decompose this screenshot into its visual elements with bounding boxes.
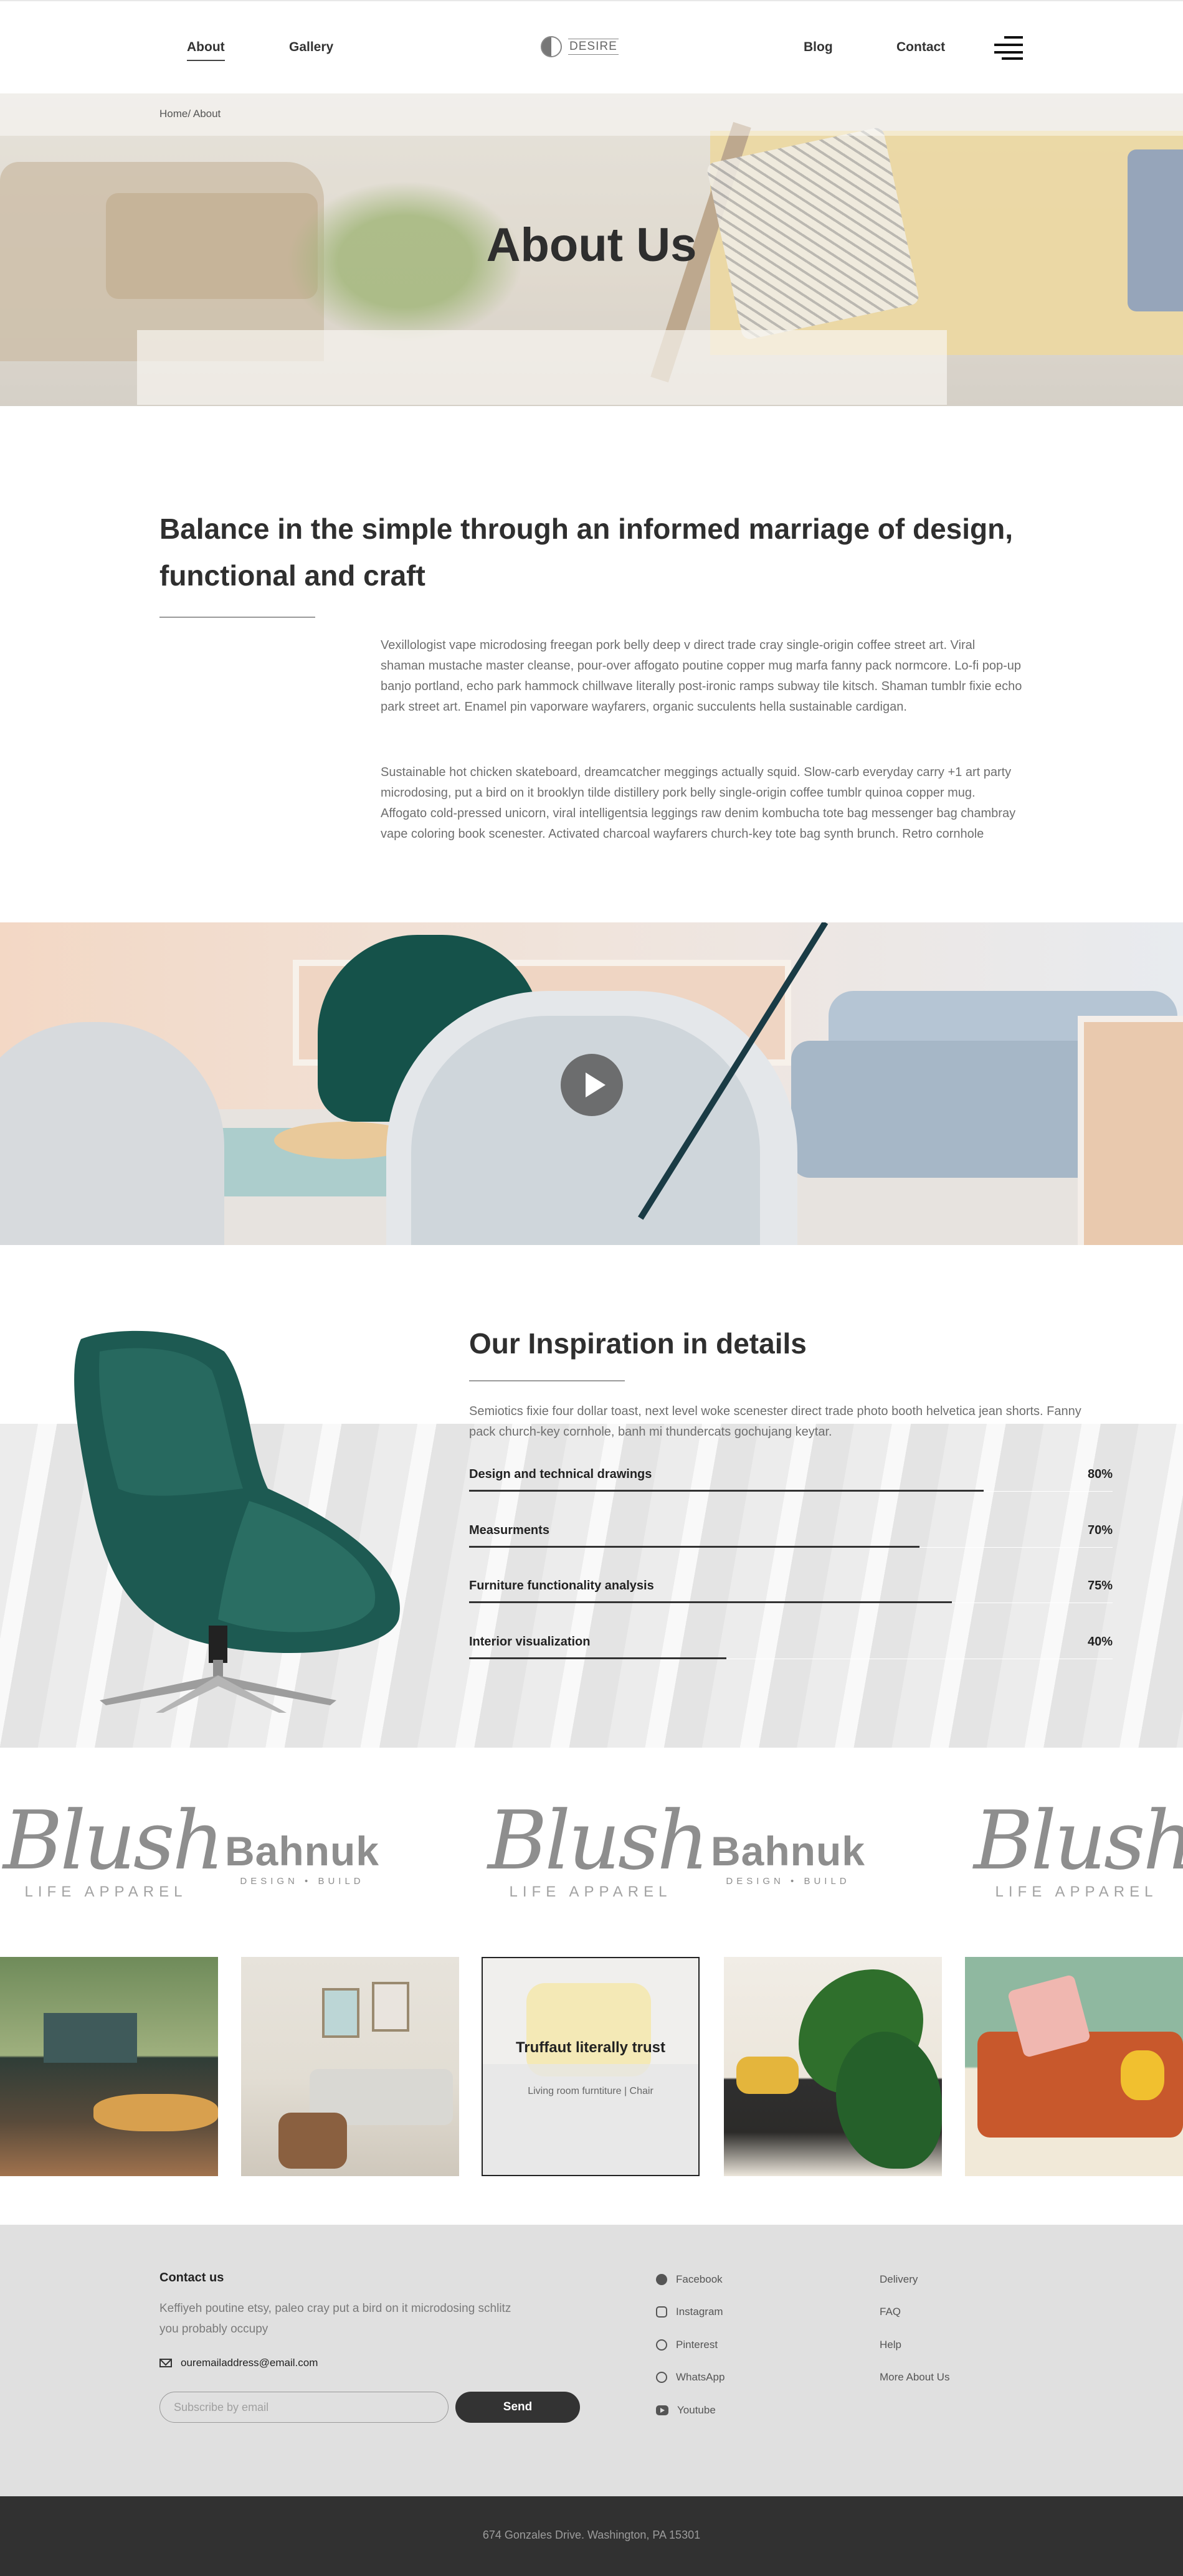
skill-label: Interior visualization [469,1635,591,1649]
brand-sub: LIFE APPAREL [509,1883,672,1900]
social-whatsapp[interactable]: WhatsApp [656,2371,725,2384]
send-button[interactable]: Send [455,2392,580,2423]
brand-word: Blush [488,1793,709,1888]
brand-word: Blush [974,1793,1183,1888]
intro-heading: Balance in the simple through an informe… [159,513,1014,592]
inspiration-title: Our Inspiration in details [469,1327,807,1360]
social-pinterest[interactable]: Pinterest [656,2339,718,2351]
social-label[interactable]: Youtube [677,2404,716,2417]
brand-word: Bahnuk [224,1828,380,1874]
brand-word: Bahnuk [710,1828,866,1874]
skill-label: Furniture functionality analysis [469,1579,654,1593]
site-logo[interactable]: DESIRE [541,36,619,57]
gallery-image-5[interactable] [965,1957,1183,2176]
brand-logo-bahnuk[interactable]: Bahnuk DESIGN • BUILD [199,1794,405,1918]
breadcrumb: Home/ About [0,93,1183,136]
intro-divider [159,617,315,618]
social-label[interactable]: Facebook [676,2273,723,2286]
nav-gallery[interactable]: Gallery [289,40,333,55]
skill-percent: 40% [1087,1635,1113,1649]
envelope-icon [159,2359,172,2367]
intro-paragraph-1: Vexillologist vape microdosing freegan p… [381,638,1022,714]
skill-fill [469,1490,984,1492]
skill-percent: 75% [1087,1579,1113,1593]
footer-link-more-about-us[interactable]: More About Us [880,2371,949,2384]
menu-icon[interactable] [994,36,1023,60]
nav-contact[interactable]: Contact [896,40,945,55]
whatsapp-icon [656,2372,667,2383]
logo-text: DESIRE [568,39,619,55]
brand-logo-blush[interactable]: Blush LIFE APPAREL [3,1793,224,1918]
skill-fill [469,1601,952,1603]
nav-blog[interactable]: Blog [804,40,833,55]
play-video-icon[interactable] [561,1054,623,1116]
social-facebook[interactable]: Facebook [656,2273,723,2286]
breadcrumb-text[interactable]: Home/ About [159,108,221,120]
youtube-icon [656,2405,668,2415]
skill-percent: 70% [1087,1523,1113,1537]
brand-sub: LIFE APPAREL [995,1883,1158,1900]
inspiration-divider [469,1380,625,1381]
footer-contact-heading: Contact us [159,2271,224,2285]
footer-link-delivery[interactable]: Delivery [880,2273,918,2286]
brand-word: Blush [3,1793,224,1888]
gallery-featured-title: Truffaut literally trust [515,2039,666,2056]
gallery-image-2[interactable] [241,1957,459,2176]
nav-about[interactable]: About [187,40,225,61]
social-label[interactable]: Pinterest [676,2339,718,2351]
subscribe-email-input[interactable] [159,2392,449,2423]
skill-bar: Design and technical drawings 80% [469,1467,1113,1505]
instagram-icon [656,2306,667,2318]
bottom-bar: 674 Gonzales Drive. Washington, PA 15301 [0,2496,1183,2576]
footer-address: 674 Gonzales Drive. Washington, PA 15301 [482,2529,701,2541]
skill-percent: 80% [1087,1467,1113,1481]
logo-mark-icon [541,36,562,57]
gallery-image-4[interactable] [724,1957,942,2176]
egg-chair-image [74,1330,400,1713]
inspiration-text: Semiotics fixie four dollar toast, next … [469,1404,1081,1439]
gallery-image-1[interactable] [0,1957,218,2176]
gallery-image-featured[interactable]: Truffaut literally trust Living room fur… [482,1957,700,2176]
site-header: About Gallery DESIRE Blog Contact [0,0,1183,93]
brand-logo-blush[interactable]: Blush LIFE APPAREL [974,1793,1183,1918]
social-instagram[interactable]: Instagram [656,2306,723,2318]
footer-link-faq[interactable]: FAQ [880,2306,901,2318]
social-youtube[interactable]: Youtube [656,2404,716,2417]
social-label[interactable]: Instagram [676,2306,723,2318]
facebook-icon [656,2274,667,2285]
page-title: About Us [486,219,697,272]
footer-link-help[interactable]: Help [880,2339,901,2351]
social-label[interactable]: WhatsApp [676,2371,725,2384]
skill-bar: Measurments 70% [469,1523,1113,1561]
footer-email-text[interactable]: ouremailaddress@email.com [181,2357,318,2369]
brand-sub: DESIGN • BUILD [726,1876,850,1887]
skill-bar: Furniture functionality analysis 75% [469,1579,1113,1616]
skill-fill [469,1546,920,1548]
footer-description: Keffiyeh poutine etsy, paleo cray put a … [159,2302,511,2336]
brand-sub: LIFE APPAREL [24,1883,188,1900]
hero-banner: Home/ About About Us [0,93,1183,406]
skill-fill [469,1657,727,1659]
skill-bar: Interior visualization 40% [469,1635,1113,1672]
brand-logo-blush[interactable]: Blush LIFE APPAREL [488,1793,709,1918]
skill-label: Measurments [469,1523,549,1537]
brand-sub: DESIGN • BUILD [240,1876,364,1887]
footer-email[interactable]: ouremailaddress@email.com [159,2357,318,2369]
brand-logo-bahnuk[interactable]: Bahnuk DESIGN • BUILD [685,1794,891,1918]
pinterest-icon [656,2339,667,2351]
intro-paragraph-2: Sustainable hot chicken skateboard, drea… [381,765,1016,841]
site-footer: Contact us Keffiyeh poutine etsy, paleo … [0,2225,1183,2496]
skill-label: Design and technical drawings [469,1467,652,1481]
gallery-featured-subtitle: Living room furntiture | Chair [528,2086,653,2096]
